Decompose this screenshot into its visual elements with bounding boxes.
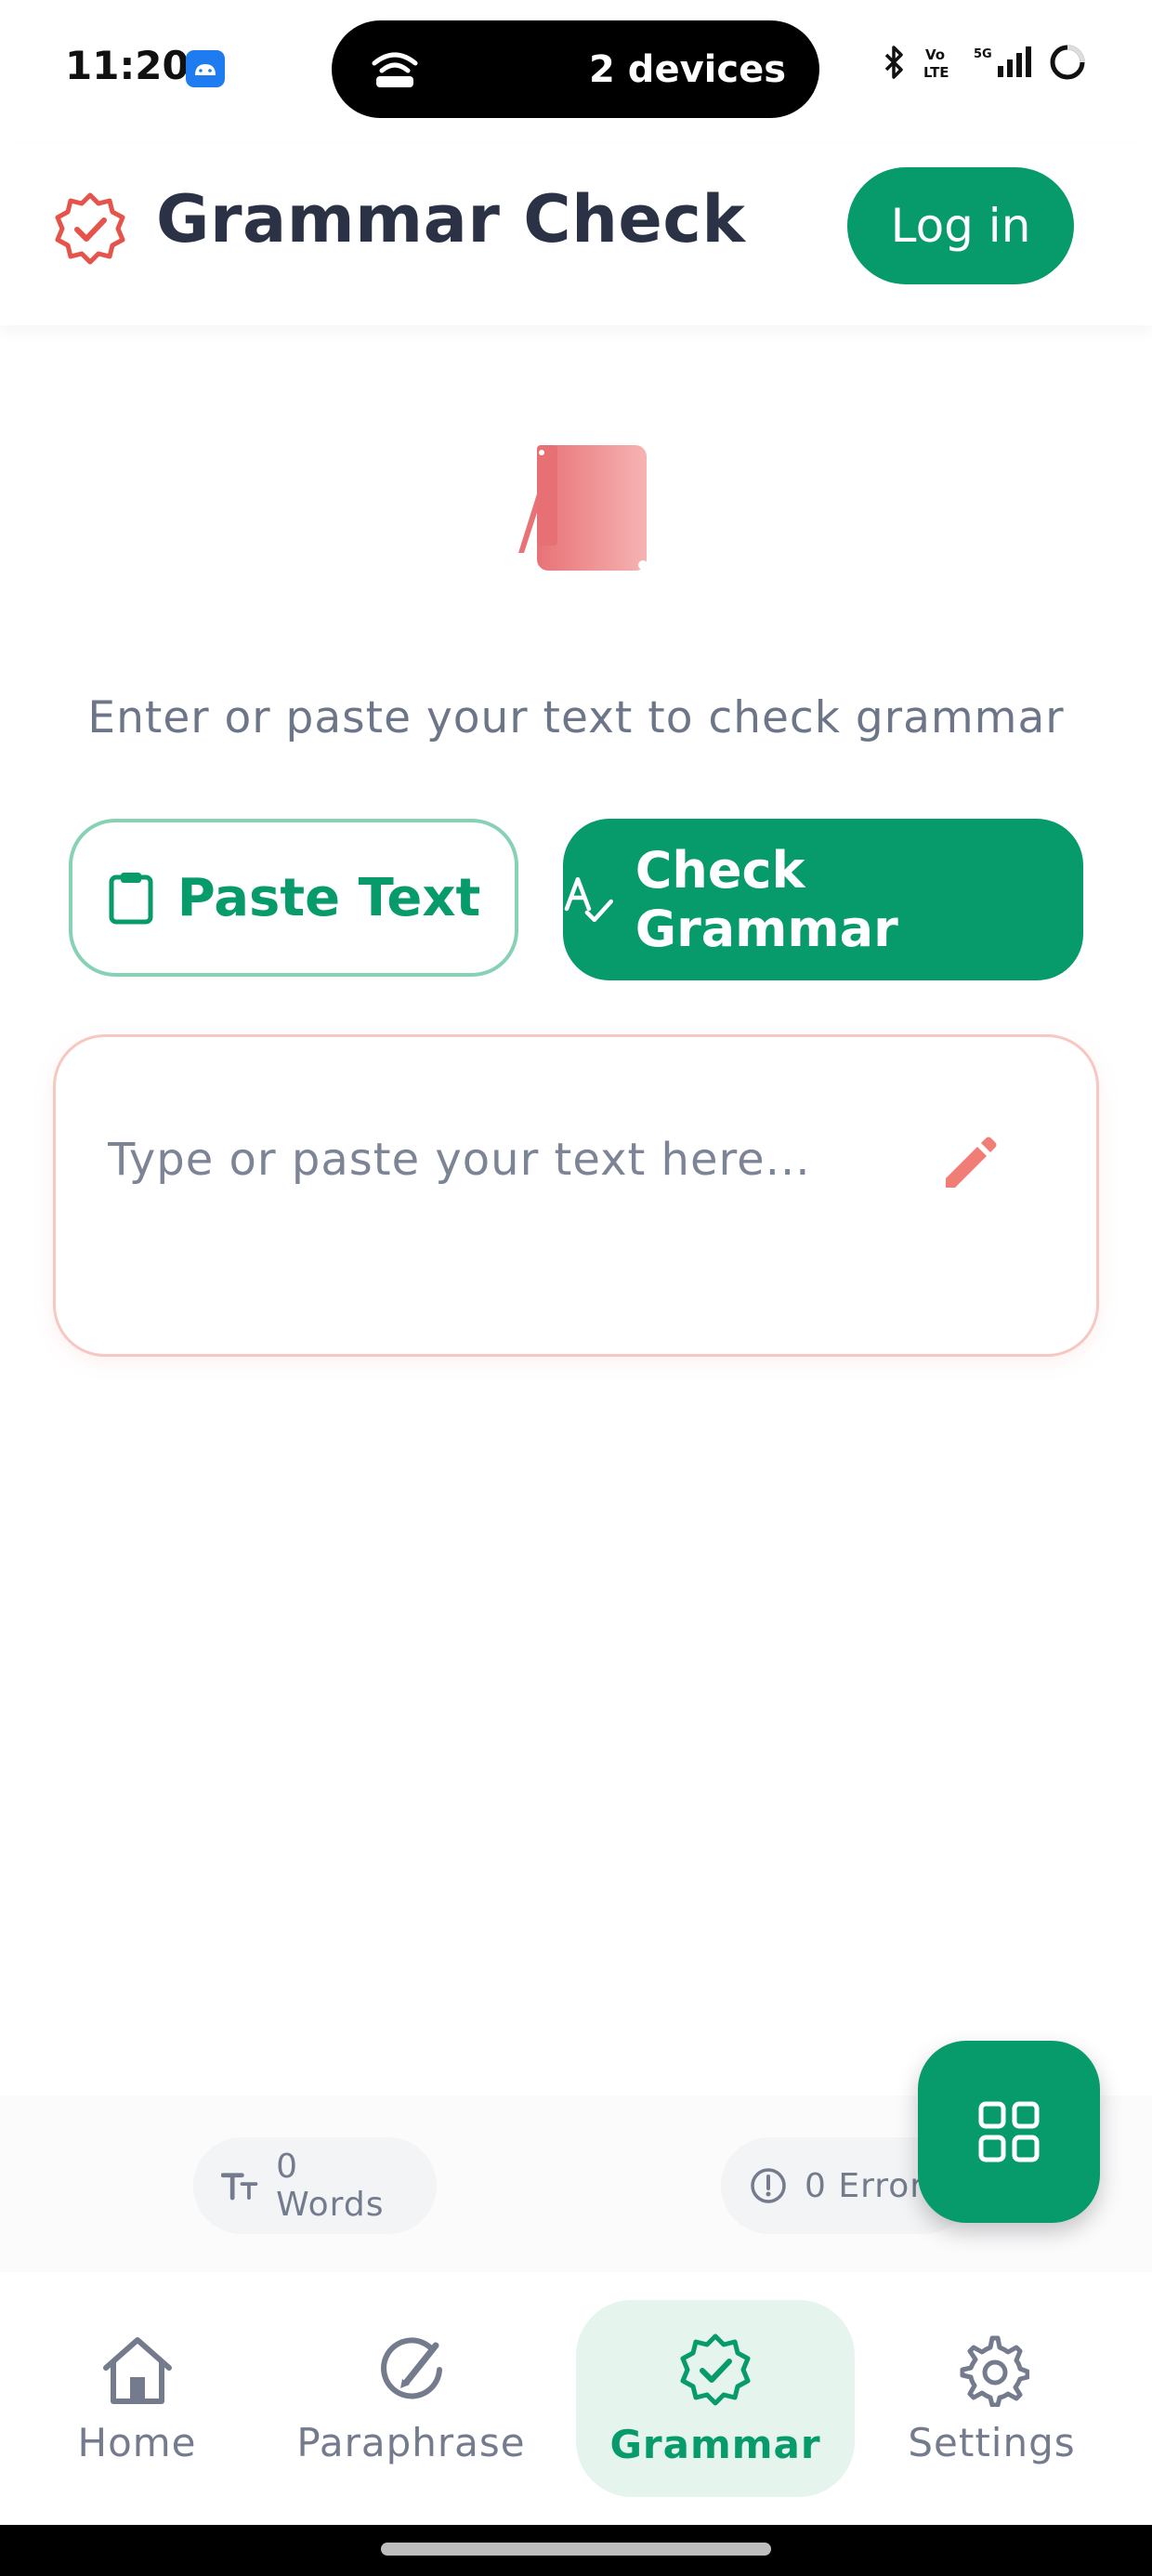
nav-paraphrase-label: Paraphrase <box>296 2419 526 2465</box>
status-icons: Vo LTE 5G <box>883 43 1087 82</box>
clipboard-icon <box>109 873 153 925</box>
nav-grammar[interactable]: Grammar <box>576 2300 855 2497</box>
login-button[interactable]: Log in <box>847 167 1074 284</box>
volte-icon: Vo LTE <box>923 46 949 81</box>
dynamic-island[interactable]: 2 devices <box>332 20 819 118</box>
status-time: 11:20 <box>65 43 190 88</box>
spellcheck-icon <box>564 876 614 923</box>
android-notification-icon <box>186 50 225 87</box>
document-illustration-icon <box>518 445 648 571</box>
nav-settings-label: Settings <box>908 2419 1076 2465</box>
verified-badge-icon <box>55 192 125 265</box>
wifi-hotspot-icon <box>372 52 418 87</box>
battery-ring-icon <box>1050 45 1085 80</box>
home-icon <box>102 2336 172 2404</box>
svg-text:LTE: LTE <box>923 64 949 81</box>
nav-grammar-label: Grammar <box>609 2421 821 2467</box>
pencil-icon[interactable] <box>936 1130 1003 1197</box>
check-grammar-label: Check Grammar <box>635 841 898 958</box>
text-input[interactable] <box>108 1134 870 1186</box>
nav-settings[interactable]: Settings <box>887 2300 1096 2497</box>
text-editor-card[interactable] <box>53 1034 1099 1357</box>
text-size-icon <box>221 2173 258 2201</box>
home-gesture-handle[interactable] <box>381 2543 771 2556</box>
svg-text:5G: 5G <box>974 47 992 61</box>
grammar-badge-icon <box>680 2333 751 2405</box>
app-title: Grammar Check <box>156 181 746 257</box>
connected-devices-label: 2 devices <box>589 48 786 91</box>
instruction-text: Enter or paste your text to check gramma… <box>87 692 1065 743</box>
svg-text:Vo: Vo <box>925 46 945 63</box>
nav-home-label: Home <box>77 2419 197 2465</box>
menu-grid-fab[interactable] <box>918 2041 1100 2223</box>
error-alert-icon <box>751 2168 786 2203</box>
bluetooth-icon <box>884 46 903 79</box>
grid-icon <box>978 2101 1040 2162</box>
check-grammar-button[interactable]: Check Grammar <box>563 819 1083 980</box>
paste-text-button[interactable]: Paste Text <box>69 819 518 977</box>
word-count-label: 0 Words <box>276 2148 385 2224</box>
paste-text-label: Paste Text <box>177 867 481 928</box>
word-count-pill: 0 Words <box>193 2137 437 2234</box>
signal-5g-icon: 5G <box>974 46 1031 77</box>
nav-home[interactable]: Home <box>37 2300 237 2497</box>
paraphrase-icon <box>380 2337 442 2399</box>
gear-icon <box>960 2335 1029 2407</box>
nav-paraphrase[interactable]: Paraphrase <box>279 2300 543 2497</box>
